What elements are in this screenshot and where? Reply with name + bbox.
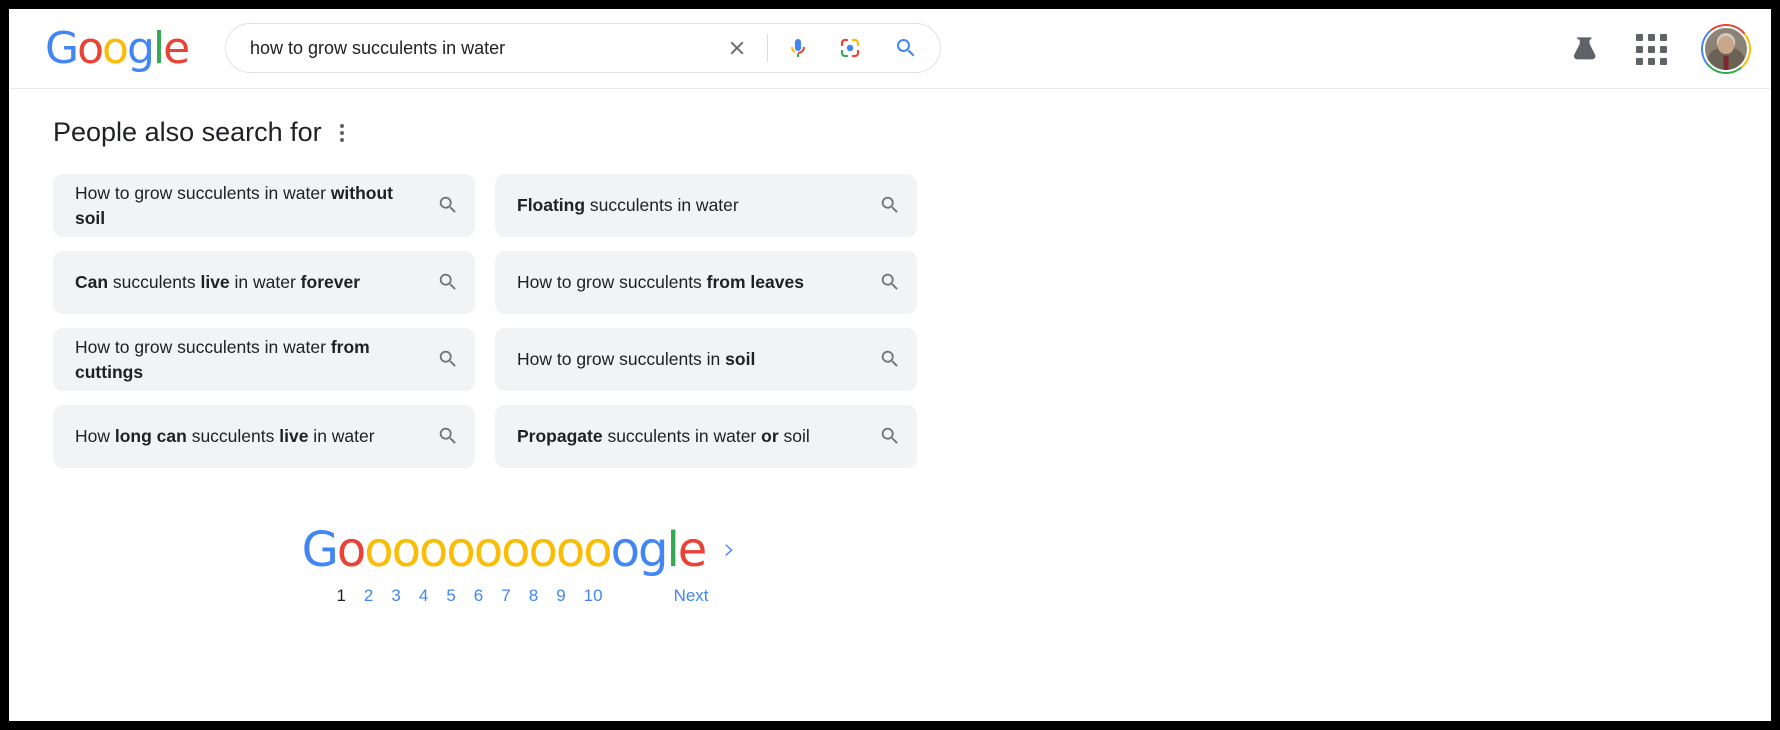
pagination-logo-letter: l <box>666 522 679 578</box>
pagination-logo-letter: e <box>677 522 707 578</box>
microphone-icon[interactable] <box>778 28 818 68</box>
page-8-link[interactable]: 8 <box>520 582 547 610</box>
google-logo[interactable]: Google <box>45 22 190 74</box>
browser-viewport: Google how to grow succulents in water P… <box>8 8 1772 722</box>
pagination-logo-letter: o <box>583 522 612 578</box>
people-also-search-header: People also search for <box>53 117 1771 148</box>
page-5-link[interactable]: 5 <box>437 582 464 610</box>
chip-label: Floating succulents in water <box>517 195 739 215</box>
pagination-logo-letter: G <box>301 522 339 578</box>
pagination-logo-letter: o <box>528 522 557 578</box>
page-number-list: 1 2 3 4 5 6 7 8 9 10 Next <box>327 582 708 610</box>
search-input[interactable] <box>226 37 717 59</box>
page-6-link[interactable]: 6 <box>465 582 492 610</box>
google-apps-grid-icon[interactable] <box>1636 33 1667 65</box>
search-icon <box>879 194 903 218</box>
pagination-logo-letter: o <box>336 522 366 578</box>
pagination-logo-letter: g <box>637 522 669 578</box>
search-header: Google <box>9 9 1771 89</box>
pagination-logo-letter: o <box>391 522 421 578</box>
chip-label: How to grow succulents in soil <box>517 349 756 369</box>
pagination-logo: Gooooooooooogle › <box>302 526 736 574</box>
chip-label: How to grow succulents from leaves <box>517 272 804 292</box>
search-icon <box>879 271 903 295</box>
logo-letter: e <box>163 22 190 74</box>
pagination-logo-letter: o <box>610 522 640 578</box>
page-4-link[interactable]: 4 <box>410 582 437 610</box>
chip-label: Propagate succulents in water or soil <box>517 426 810 446</box>
logo-letter: l <box>152 22 165 74</box>
search-icon[interactable] <box>884 28 928 68</box>
pagination-logo-letter: o <box>446 522 475 578</box>
page-9-link[interactable]: 9 <box>547 582 574 610</box>
pagination-logo-letter: o <box>501 522 530 578</box>
page-1-link: 1 <box>336 586 346 605</box>
search-icon <box>437 348 461 372</box>
page-title: People also search for <box>53 117 322 147</box>
labs-flask-icon[interactable] <box>1568 32 1602 66</box>
related-search-chip[interactable]: How to grow succulents in water without … <box>53 174 475 237</box>
related-search-chip[interactable]: Floating succulents in water <box>495 174 917 237</box>
related-search-chip[interactable]: Propagate succulents in water or soil <box>495 405 917 468</box>
search-icon <box>879 425 903 449</box>
pagination-logo-letter: o <box>473 522 503 578</box>
close-icon[interactable] <box>717 28 757 68</box>
logo-letter: o <box>102 22 129 74</box>
search-icon <box>437 194 461 218</box>
search-icon <box>437 425 461 449</box>
related-search-chip[interactable]: Can succulents live in water forever <box>53 251 475 314</box>
chip-label: Can succulents live in water forever <box>75 272 361 292</box>
pagination-logo-letter: o <box>555 522 585 578</box>
related-search-chip[interactable]: How to grow succulents in water from cut… <box>53 328 475 391</box>
search-bar[interactable] <box>225 23 941 73</box>
page-2-link[interactable]: 2 <box>355 582 382 610</box>
related-search-chip[interactable]: How to grow succulents from leaves <box>495 251 917 314</box>
results-content: People also search for How to grow succu… <box>9 89 1771 610</box>
google-lens-icon[interactable] <box>830 28 870 68</box>
more-options-icon[interactable] <box>336 120 348 146</box>
chip-label: How long can succulents live in water <box>75 426 375 446</box>
header-actions <box>1568 9 1751 89</box>
logo-letter: o <box>77 22 104 74</box>
logo-letter: G <box>45 22 79 74</box>
related-searches-grid: How to grow succulents in water without … <box>53 174 1771 468</box>
pagination: Gooooooooooogle › 1 2 3 4 5 6 7 8 9 10 Next <box>53 526 983 610</box>
logo-letter: g <box>126 22 155 74</box>
search-divider <box>767 35 768 61</box>
page-3-link[interactable]: 3 <box>382 582 409 610</box>
chip-label: How to grow succulents in water from cut… <box>75 336 370 382</box>
page-10-link[interactable]: 10 <box>575 582 612 610</box>
chevron-right-icon[interactable]: › <box>723 535 735 565</box>
related-search-chip[interactable]: How long can succulents live in water <box>53 405 475 468</box>
avatar[interactable] <box>1701 24 1751 74</box>
pagination-logo-letter: o <box>418 522 448 578</box>
next-page-link[interactable]: Next <box>674 586 709 606</box>
page-7-link[interactable]: 7 <box>492 582 519 610</box>
search-icon <box>879 348 903 372</box>
pagination-logo-letter: o <box>364 522 393 578</box>
related-search-chip[interactable]: How to grow succulents in soil <box>495 328 917 391</box>
search-icon <box>437 271 461 295</box>
chip-label: How to grow succulents in water without … <box>75 182 394 228</box>
